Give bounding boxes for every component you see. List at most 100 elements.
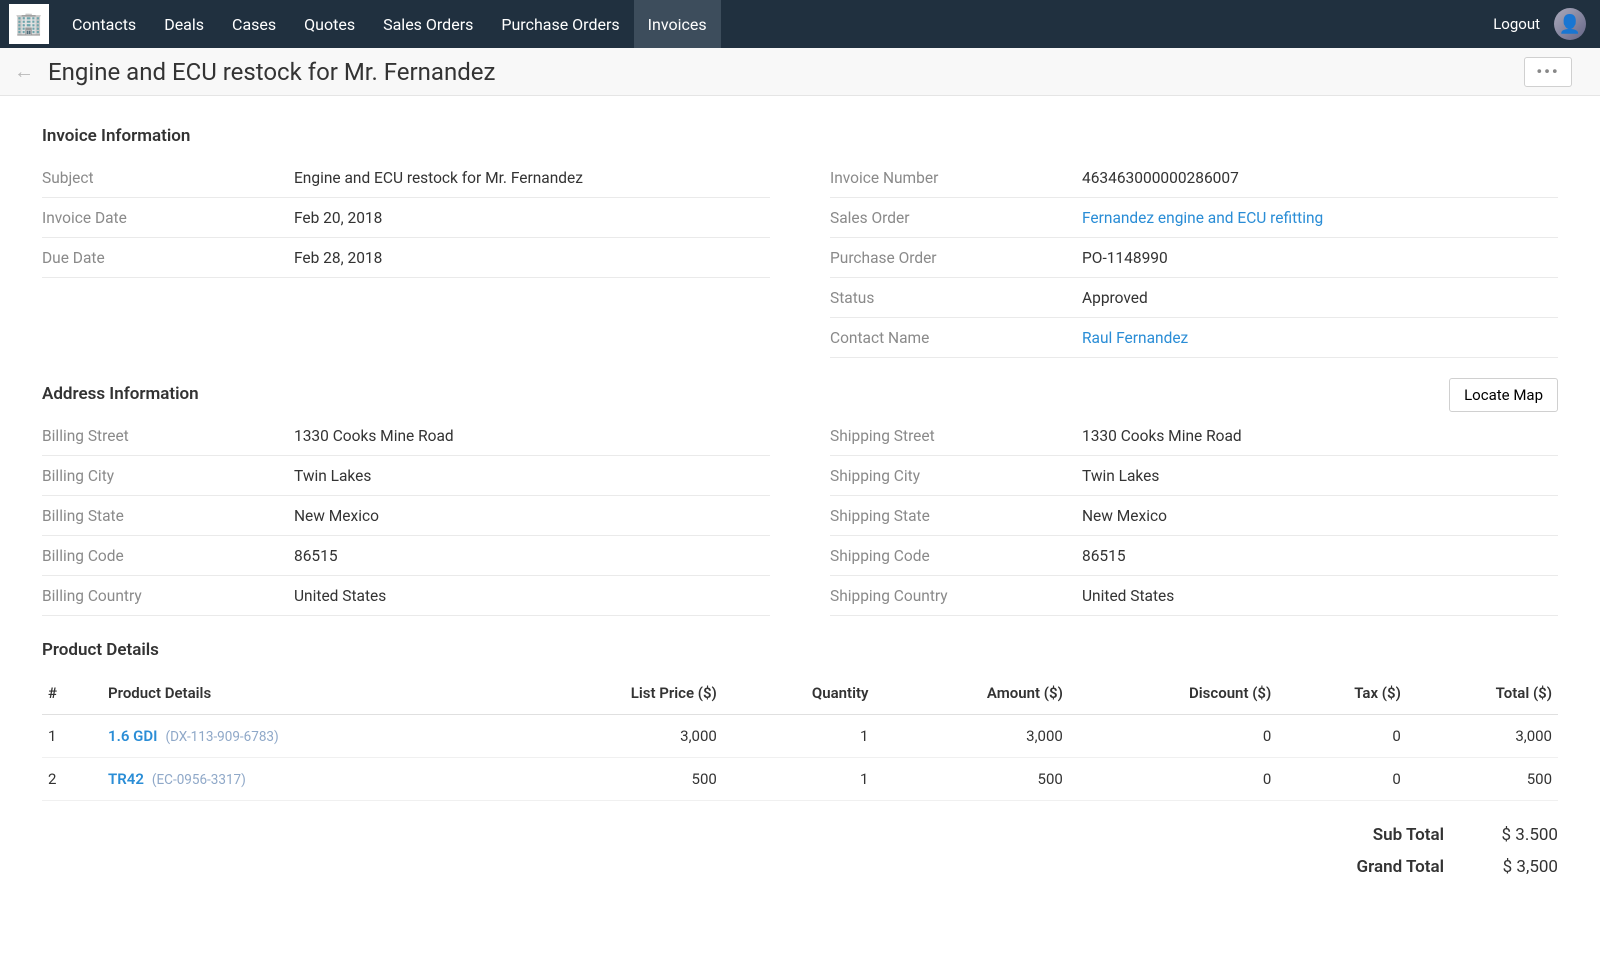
field-value: 1330 Cooks Mine Road [1082,427,1242,445]
field-label: Contact Name [830,329,1082,347]
field-value: New Mexico [1082,507,1167,525]
col-tax: Tax ($) [1277,672,1407,715]
field-row: Invoice Number463463000000286007 [830,158,1558,198]
col-amount: Amount ($) [874,672,1068,715]
cell-product: TR42 (EC-0956-3317) [102,758,506,801]
field-value: Engine and ECU restock for Mr. Fernandez [294,169,583,187]
product-link[interactable]: 1.6 GDI [108,727,157,745]
field-value[interactable]: Fernandez engine and ECU refitting [1082,209,1323,227]
field-row: Shipping CountryUnited States [830,576,1558,616]
field-value: 86515 [1082,547,1126,565]
field-row: Shipping StateNew Mexico [830,496,1558,536]
page-title: Engine and ECU restock for Mr. Fernandez [48,58,495,86]
more-actions-button[interactable]: ••• [1524,57,1572,87]
cell-num: 1 [42,715,102,758]
field-value: Feb 20, 2018 [294,209,382,227]
field-value: 86515 [294,547,338,565]
field-label: Shipping Street [830,427,1082,445]
field-label: Billing Street [42,427,294,445]
product-link[interactable]: TR42 [108,770,144,788]
total-value: $ 3.500 [1468,825,1558,845]
nav-deals[interactable]: Deals [150,0,218,48]
total-row: Grand Total $ 3,500 [42,851,1558,883]
field-row: Contact NameRaul Fernandez [830,318,1558,358]
field-row: Due DateFeb 28, 2018 [42,238,770,278]
nav-quotes[interactable]: Quotes [290,0,369,48]
field-label: Purchase Order [830,249,1082,267]
field-label: Subject [42,169,294,187]
col-details: Product Details [102,672,506,715]
col-num: # [42,672,102,715]
table-row: 2TR42(EC-0956-3317)500150000500 [42,758,1558,801]
avatar[interactable]: 👤 [1554,8,1586,40]
nav-contacts[interactable]: Contacts [58,0,150,48]
total-label: Sub Total [1373,825,1444,845]
field-label: Shipping State [830,507,1082,525]
field-row: Shipping CityTwin Lakes [830,456,1558,496]
field-row: Shipping Code86515 [830,536,1558,576]
field-label: Due Date [42,249,294,267]
table-row: 11.6 GDI(DX-113-909-6783)3,00013,000003,… [42,715,1558,758]
cell-discount: 0 [1069,758,1277,801]
nav-purchase-orders[interactable]: Purchase Orders [487,0,633,48]
title-bar: ← Engine and ECU restock for Mr. Fernand… [0,48,1600,96]
cell-list: 500 [506,758,723,801]
section-invoice-info: Invoice Information [42,126,1558,146]
field-value: United States [1082,587,1174,605]
col-total: Total ($) [1407,672,1558,715]
total-label: Grand Total [1357,857,1444,877]
back-arrow-icon[interactable]: ← [8,56,40,88]
col-discount: Discount ($) [1069,672,1277,715]
field-label: Invoice Number [830,169,1082,187]
field-value: Approved [1082,289,1148,307]
field-value: Feb 28, 2018 [294,249,382,267]
cell-num: 2 [42,758,102,801]
cell-discount: 0 [1069,715,1277,758]
nav-invoices[interactable]: Invoices [634,0,721,48]
field-row: Billing StateNew Mexico [42,496,770,536]
field-label: Shipping Country [830,587,1082,605]
cell-qty: 1 [723,715,875,758]
field-row: Billing CountryUnited States [42,576,770,616]
cell-list: 3,000 [506,715,723,758]
field-value: 463463000000286007 [1082,169,1239,187]
col-list-price: List Price ($) [506,672,723,715]
field-label: Sales Order [830,209,1082,227]
field-label: Billing State [42,507,294,525]
cell-tax: 0 [1277,758,1407,801]
total-value: $ 3,500 [1468,857,1558,877]
field-row: Sales OrderFernandez engine and ECU refi… [830,198,1558,238]
field-value: New Mexico [294,507,379,525]
total-row: Sub Total $ 3.500 [42,819,1558,851]
product-code: (EC-0956-3317) [152,772,246,788]
logout-link[interactable]: Logout [1493,15,1540,33]
field-row: Shipping Street1330 Cooks Mine Road [830,416,1558,456]
field-row: Billing Code86515 [42,536,770,576]
locate-map-button[interactable]: Locate Map [1449,378,1558,412]
field-row: SubjectEngine and ECU restock for Mr. Fe… [42,158,770,198]
nav-sales-orders[interactable]: Sales Orders [369,0,487,48]
field-label: Shipping Code [830,547,1082,565]
product-table: # Product Details List Price ($) Quantit… [42,672,1558,801]
field-row: Billing Street1330 Cooks Mine Road [42,416,770,456]
cell-total: 500 [1407,758,1558,801]
field-value[interactable]: Raul Fernandez [1082,329,1188,347]
field-label: Billing City [42,467,294,485]
field-row: Billing CityTwin Lakes [42,456,770,496]
field-label: Shipping City [830,467,1082,485]
cell-total: 3,000 [1407,715,1558,758]
app-logo[interactable]: 🏢 [0,0,58,48]
cell-qty: 1 [723,758,875,801]
col-quantity: Quantity [723,672,875,715]
cell-amount: 500 [874,758,1068,801]
nav-cases[interactable]: Cases [218,0,290,48]
cell-amount: 3,000 [874,715,1068,758]
nav-tabs: ContactsDealsCasesQuotesSales OrdersPurc… [58,0,721,48]
field-label: Status [830,289,1082,307]
field-label: Invoice Date [42,209,294,227]
field-row: Invoice DateFeb 20, 2018 [42,198,770,238]
field-row: Purchase OrderPO-1148990 [830,238,1558,278]
section-address-info: Address Information [42,384,199,404]
section-product-details: Product Details [42,640,1558,660]
cell-product: 1.6 GDI(DX-113-909-6783) [102,715,506,758]
